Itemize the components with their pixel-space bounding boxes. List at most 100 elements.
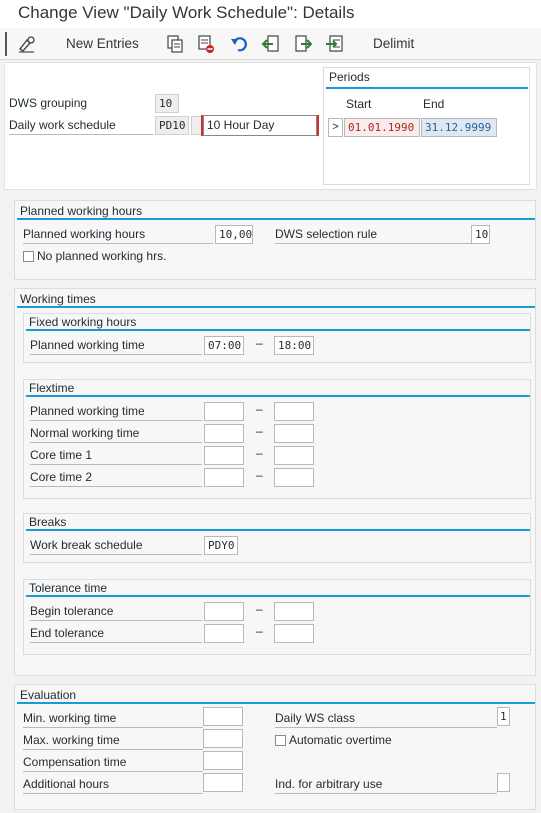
delimit-button[interactable]: Delimit — [373, 34, 414, 54]
delete-icon[interactable] — [196, 34, 216, 54]
main-area: DWS grouping 10 Daily work schedule PD10… — [0, 60, 541, 813]
end-tolerance-from-field[interactable] — [204, 624, 244, 643]
additional-hours-field[interactable] — [203, 773, 243, 792]
group-divider — [17, 702, 535, 704]
range-dash: – — [256, 624, 263, 638]
group-divider — [26, 529, 530, 531]
min-working-time-field[interactable] — [203, 707, 243, 726]
planned-hours-label: Planned working hours — [23, 227, 146, 241]
fixed-planned-label: Planned working time — [30, 338, 145, 352]
planned-working-hours-group: Planned working hours Planned working ho… — [14, 200, 536, 280]
flex-normal-to-field[interactable] — [274, 424, 314, 443]
label-underline — [30, 354, 202, 355]
working-times-group: Working times Fixed working hours Planne… — [14, 288, 536, 676]
group-divider — [26, 395, 530, 397]
period-start-field[interactable]: 01.01.1990 — [344, 118, 420, 137]
planned-working-hours-title: Planned working hours — [20, 204, 143, 218]
additional-hours-label: Additional hours — [23, 777, 110, 791]
fixed-working-hours-title: Fixed working hours — [29, 315, 137, 329]
display-change-icon[interactable] — [17, 34, 37, 54]
daily-ws-class-field[interactable]: 1 — [497, 707, 510, 726]
header-block: DWS grouping 10 Daily work schedule PD10… — [4, 62, 537, 190]
new-entries-button[interactable]: New Entries — [66, 34, 139, 54]
no-planned-hours-checkbox[interactable] — [23, 251, 34, 262]
periods-panel: Periods Start End > 01.01.1990 31.12.999… — [323, 67, 530, 185]
group-divider — [26, 329, 530, 331]
end-tolerance-label: End tolerance — [30, 626, 105, 640]
core-time-2-to-field[interactable] — [274, 468, 314, 487]
daily-work-schedule-text-input[interactable]: 10 Hour Day — [203, 115, 317, 136]
dws-grouping-field[interactable]: 10 — [155, 94, 179, 113]
daily-work-schedule-code-field[interactable]: PD10 — [155, 116, 189, 135]
breaks-title: Breaks — [29, 515, 67, 529]
range-dash: – — [256, 402, 263, 416]
flextime-title: Flextime — [29, 381, 75, 395]
label-underline — [23, 727, 203, 728]
range-dash: – — [256, 446, 263, 460]
fixed-to-field[interactable]: 18:00 — [274, 336, 314, 355]
begin-tolerance-label: Begin tolerance — [30, 604, 114, 618]
spacer-field — [191, 116, 202, 135]
tolerance-time-group: Tolerance time Begin tolerance – End tol… — [23, 579, 531, 655]
label-underline — [23, 749, 203, 750]
begin-tolerance-from-field[interactable] — [204, 602, 244, 621]
planned-hours-field[interactable]: 10,00 — [215, 225, 253, 244]
fixed-from-field[interactable]: 07:00 — [204, 336, 244, 355]
begin-tolerance-to-field[interactable] — [274, 602, 314, 621]
automatic-overtime-checkbox[interactable] — [275, 735, 286, 746]
label-underline — [30, 420, 202, 421]
dws-grouping-label: DWS grouping — [9, 96, 88, 110]
flex-normal-label: Normal working time — [30, 426, 140, 440]
previous-entry-icon[interactable] — [261, 34, 281, 54]
evaluation-group: Evaluation Min. working time Max. workin… — [14, 684, 536, 810]
fixed-working-hours-group: Fixed working hours Planned working time… — [23, 313, 531, 363]
core-time-1-from-field[interactable] — [204, 446, 244, 465]
periods-divider — [326, 87, 528, 89]
flextime-group: Flextime Planned working time – Normal w… — [23, 379, 531, 499]
range-dash: – — [256, 602, 263, 616]
dws-selection-rule-label: DWS selection rule — [275, 227, 378, 241]
next-entry-icon[interactable] — [293, 34, 313, 54]
work-break-schedule-label: Work break schedule — [30, 538, 143, 552]
core-time-2-from-field[interactable] — [204, 468, 244, 487]
label-underline — [30, 486, 202, 487]
flex-planned-from-field[interactable] — [204, 402, 244, 421]
label-underline — [275, 727, 497, 728]
end-tolerance-to-field[interactable] — [274, 624, 314, 643]
min-working-time-label: Min. working time — [23, 711, 117, 725]
core-time-1-to-field[interactable] — [274, 446, 314, 465]
max-working-time-field[interactable] — [203, 729, 243, 748]
range-dash: – — [256, 424, 263, 438]
period-navigate-button[interactable]: > — [328, 118, 343, 137]
range-dash: – — [256, 336, 263, 350]
daily-ws-class-label: Daily WS class — [275, 711, 356, 725]
flex-normal-from-field[interactable] — [204, 424, 244, 443]
label-underline — [23, 771, 203, 772]
label-underline — [23, 243, 213, 244]
periods-start-label: Start — [346, 97, 372, 111]
label-underline — [30, 642, 202, 643]
compensation-time-field[interactable] — [203, 751, 243, 770]
dws-selection-rule-field[interactable]: 10 — [471, 225, 490, 244]
arbitrary-use-field[interactable] — [497, 773, 510, 792]
max-working-time-label: Max. working time — [23, 733, 120, 747]
copy-icon[interactable] — [165, 34, 185, 54]
flex-planned-to-field[interactable] — [274, 402, 314, 421]
label-underline — [30, 464, 202, 465]
periods-title: Periods — [329, 70, 370, 84]
undo-icon[interactable] — [229, 34, 249, 54]
range-dash: – — [256, 468, 263, 482]
work-break-schedule-field[interactable]: PDY0 — [204, 536, 238, 555]
core-time-1-label: Core time 1 — [30, 448, 93, 462]
period-end-field[interactable]: 31.12.9999 — [421, 118, 497, 137]
select-block-icon[interactable] — [325, 34, 345, 54]
tolerance-time-title: Tolerance time — [29, 581, 108, 595]
label-underline — [9, 134, 153, 135]
working-times-title: Working times — [20, 292, 96, 306]
label-underline — [30, 620, 202, 621]
label-underline — [275, 243, 471, 244]
daily-work-schedule-label: Daily work schedule — [9, 118, 116, 132]
group-divider — [26, 595, 530, 597]
page-title: Change View "Daily Work Schedule": Detai… — [0, 0, 541, 28]
breaks-group: Breaks Work break schedule PDY0 — [23, 513, 531, 563]
